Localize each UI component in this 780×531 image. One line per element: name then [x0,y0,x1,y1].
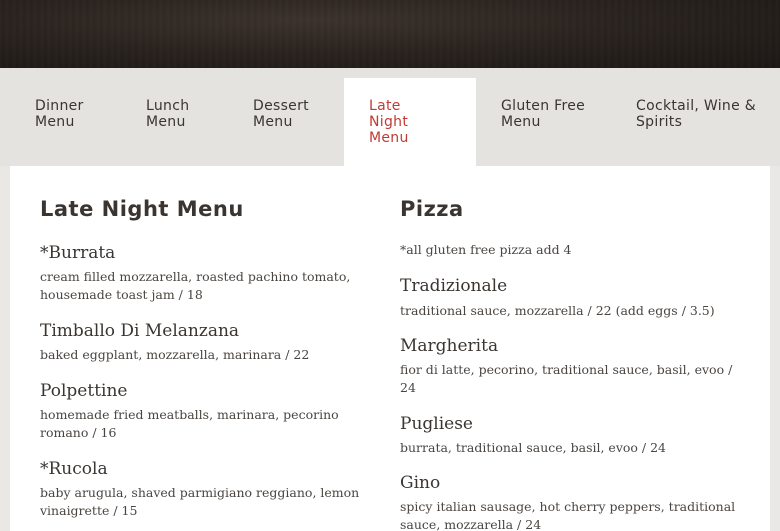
tab-late-night-label: Late Night Menu [369,98,409,146]
tab-dinner-menu[interactable]: Dinner Menu [35,98,105,130]
gluten-free-note: *all gluten free pizza add 4 [400,242,572,257]
menu-item-desc: baby arugula, shaved parmigiano reggiano… [40,485,360,518]
hero-banner [0,0,780,68]
tab-lunch-menu[interactable]: Lunch Menu [146,98,206,130]
menu-item-desc: burrata, traditional sauce, basil, evoo … [400,440,666,455]
section-title: Late Night Menu [40,197,244,221]
menu-item-desc: spicy italian sausage, hot cherry pepper… [400,499,736,531]
menu-panel: Late Night Menu *Burrata cream filled mo… [10,166,770,531]
menu-item-desc: traditional sauce, mozzarella / 22 (add … [400,303,715,318]
menu-tabs: Dinner Menu Lunch Menu Dessert Menu Late… [0,68,780,166]
section-title: Pizza [400,197,464,221]
menu-item-name: *Rucola [40,459,108,479]
menu-item-name: *Burrata [40,243,116,263]
tab-dessert-menu[interactable]: Dessert Menu [253,98,323,130]
tab-cocktail-wine-spirits[interactable]: Cocktail, Wine & Spirits [636,98,756,130]
menu-item-desc: cream filled mozzarella, roasted pachino… [40,269,351,302]
menu-item-desc: fior di latte, pecorino, traditional sau… [400,362,733,395]
menu-item-name: Polpettine [40,381,128,401]
menu-item-name: Timballo Di Melanzana [40,321,240,341]
menu-item-desc: homemade fried meatballs, marinara, peco… [40,407,339,440]
menu-item-name: Gino [400,473,441,493]
menu-item-name: Margherita [400,336,499,356]
tab-gluten-free-menu[interactable]: Gluten Free Menu [501,98,591,130]
menu-item-desc: baked eggplant, mozzarella, marinara / 2… [40,347,310,362]
tab-late-night-menu[interactable]: Late Night Menu [344,78,476,166]
menu-item-name: Pugliese [400,414,473,434]
menu-item-name: Tradizionale [400,276,508,296]
